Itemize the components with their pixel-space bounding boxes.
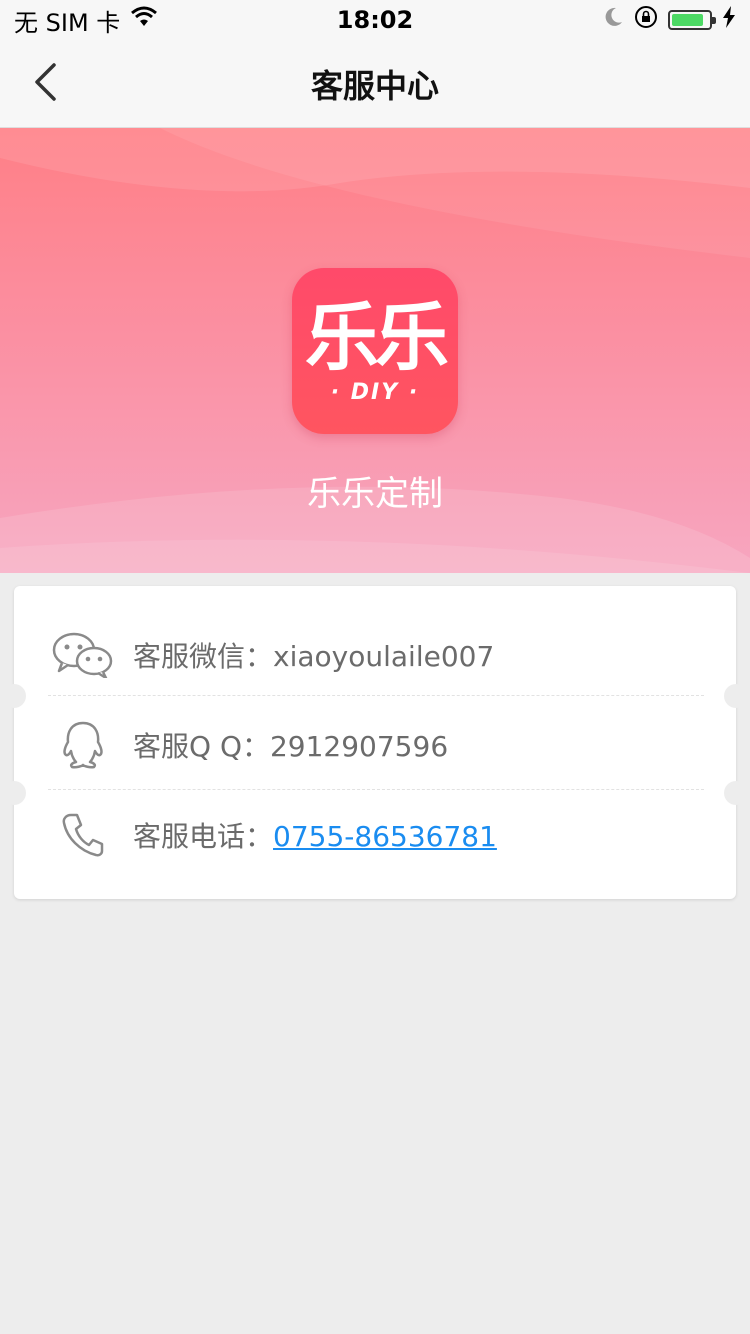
charging-icon [722, 6, 736, 34]
contact-info-card: 客服微信：xiaoyoulaile007 客服Q Q：2912907596 客服… [2, 586, 748, 899]
qq-label: 客服Q Q： [133, 730, 270, 763]
divider [48, 695, 704, 696]
phone-icon [52, 804, 114, 866]
battery-icon [668, 10, 716, 30]
hero-banner: 乐乐 · DIY · 乐乐定制 [0, 128, 750, 573]
logo-sub-text: · DIY · [330, 379, 420, 405]
navigation-bar: 客服中心 [0, 40, 750, 128]
carrier-text: 无 SIM 卡 [14, 8, 121, 37]
phone-number-link[interactable]: 0755-86536781 [273, 820, 497, 853]
status-bar: 无 SIM 卡 18:02 [0, 0, 750, 40]
wechat-row: 客服微信：xiaoyoulaile007 [14, 610, 736, 700]
phone-label: 客服电话： [133, 820, 274, 853]
wechat-label: 客服微信： [133, 640, 274, 673]
battery-fill [672, 14, 703, 26]
back-button[interactable] [20, 58, 70, 110]
qq-icon [52, 714, 114, 776]
wechat-value: xiaoyoulaile007 [273, 640, 495, 673]
app-name: 乐乐定制 [307, 474, 443, 514]
wechat-icon [52, 624, 114, 686]
orientation-lock-icon [634, 5, 658, 35]
status-left: 无 SIM 卡 [14, 3, 158, 38]
app-logo: 乐乐 · DIY · [292, 268, 458, 434]
phone-text: 客服电话：0755-86536781 [133, 815, 497, 855]
wifi-icon [130, 6, 158, 34]
qq-value: 2912907596 [269, 730, 449, 763]
page-title: 客服中心 [310, 66, 439, 105]
chevron-left-icon [32, 62, 58, 106]
status-right [602, 5, 736, 35]
customer-service-page: 无 SIM 卡 18:02 客服中心 乐乐 · DIY · 乐乐定制 客服微信：… [0, 0, 750, 1334]
qq-text: 客服Q Q：2912907596 [133, 725, 448, 765]
logo-main-text: 乐乐 [305, 294, 449, 381]
phone-row: 客服电话：0755-86536781 [14, 790, 736, 880]
moon-icon [602, 6, 624, 34]
qq-row: 客服Q Q：2912907596 [14, 700, 736, 790]
wechat-text: 客服微信：xiaoyoulaile007 [133, 635, 494, 675]
